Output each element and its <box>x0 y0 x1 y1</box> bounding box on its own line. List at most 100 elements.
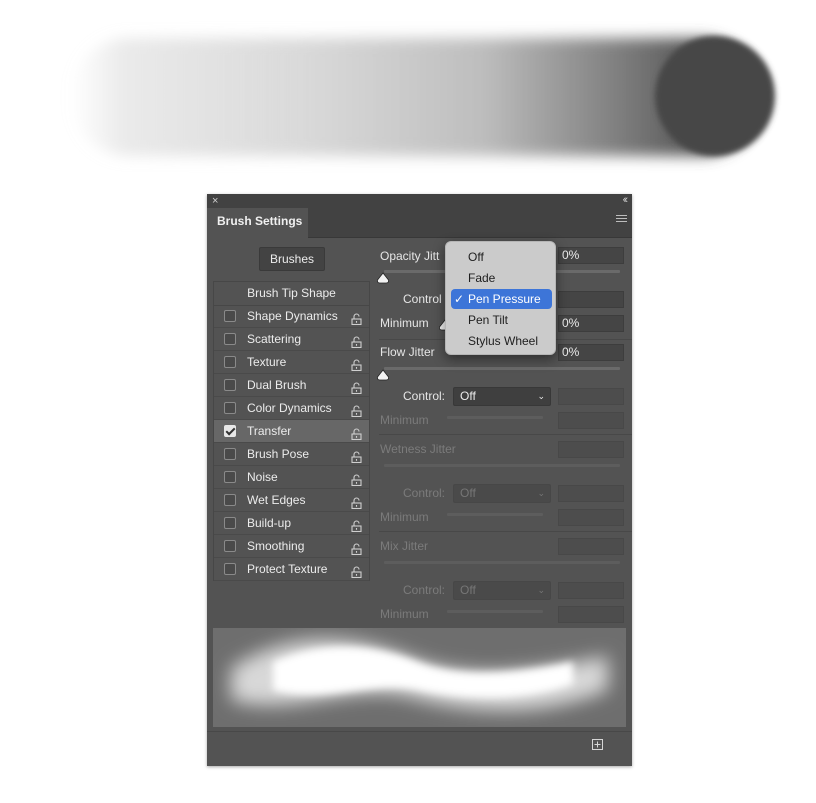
dropdown-item-label: Fade <box>468 271 496 285</box>
dropdown-item[interactable]: Stylus Wheel <box>451 331 552 351</box>
dropdown-item-label: Pen Pressure <box>468 292 541 306</box>
option-label[interactable]: Build-up <box>247 512 291 534</box>
option-label[interactable]: Dual Brush <box>247 374 306 396</box>
dropdown-item-label: Stylus Wheel <box>468 334 539 348</box>
option-item[interactable]: Brush Pose <box>214 443 369 466</box>
mix-control-select: Off ⌄ <box>453 581 551 600</box>
lock-icon[interactable] <box>351 425 362 441</box>
checkmark-icon: ✓ <box>454 292 465 306</box>
option-label[interactable]: Scattering <box>247 328 301 350</box>
flow-jitter-label: Flow Jitter <box>380 345 435 359</box>
option-label[interactable]: Protect Texture <box>247 558 327 580</box>
option-checkbox[interactable] <box>224 333 236 345</box>
opacity-jitter-slider-thumb[interactable] <box>376 272 390 284</box>
flow-jitter-slider[interactable] <box>384 367 620 370</box>
option-checkbox[interactable] <box>224 540 236 552</box>
dropdown-item[interactable]: Pen Tilt <box>451 310 552 330</box>
mix-minimum-field <box>558 606 624 623</box>
lock-icon[interactable] <box>351 310 362 326</box>
lock-icon[interactable] <box>351 402 362 418</box>
tab-row: Brush Settings <box>207 208 632 238</box>
divider <box>379 531 632 532</box>
wetness-control-value: Off <box>460 486 476 500</box>
opacity-jitter-field[interactable]: 0% <box>558 247 624 264</box>
option-checkbox[interactable] <box>224 402 236 414</box>
brush-options-list: Brush Tip Shape Shape Dynamics Scattering… <box>213 281 370 581</box>
option-item[interactable]: Transfer <box>214 420 369 443</box>
opacity-minimum-label: Minimum <box>380 316 429 330</box>
option-checkbox[interactable] <box>224 379 236 391</box>
option-item[interactable]: Scattering <box>214 328 369 351</box>
brush-stroke-preview <box>70 36 775 156</box>
lock-icon[interactable] <box>351 379 362 395</box>
dropdown-item[interactable]: Off <box>451 247 552 267</box>
option-label[interactable]: Brush Pose <box>247 443 309 465</box>
close-icon[interactable]: × <box>212 194 218 208</box>
lock-icon[interactable] <box>351 471 362 487</box>
collapse-icon[interactable]: ‹‹ <box>623 193 629 207</box>
lock-icon[interactable] <box>351 448 362 464</box>
option-checkbox[interactable] <box>224 517 236 529</box>
flow-jitter-field[interactable]: 0% <box>558 344 624 361</box>
flow-minimum-slider <box>447 416 543 419</box>
tab-brush-settings[interactable]: Brush Settings <box>207 208 308 238</box>
option-label[interactable]: Shape Dynamics <box>247 305 338 327</box>
mix-jitter-slider <box>384 561 620 564</box>
lock-icon[interactable] <box>351 540 362 556</box>
option-item[interactable]: Wet Edges <box>214 489 369 512</box>
control-dropdown-menu: Off Fade ✓ Pen Pressure Pen Tilt Stylus Wheel <box>445 241 556 355</box>
flow-minimum-label: Minimum <box>380 413 429 427</box>
dropdown-item[interactable]: ✓ Pen Pressure <box>451 289 552 309</box>
mix-minimum-slider <box>447 610 543 613</box>
option-label[interactable]: Noise <box>247 466 278 488</box>
wetness-minimum-label: Minimum <box>380 510 429 524</box>
lock-icon[interactable] <box>351 356 362 372</box>
option-checkbox[interactable] <box>224 563 236 575</box>
option-checkbox[interactable] <box>224 448 236 460</box>
brush-tip-shape-item[interactable]: Brush Tip Shape <box>214 282 369 306</box>
opacity-jitter-label: Opacity Jitt <box>380 249 440 263</box>
option-item[interactable]: Color Dynamics <box>214 397 369 420</box>
option-label[interactable]: Smoothing <box>247 535 304 557</box>
wetness-control-select: Off ⌄ <box>453 484 551 503</box>
option-item[interactable]: Protect Texture <box>214 558 369 581</box>
option-checkbox[interactable] <box>224 425 236 437</box>
option-checkbox[interactable] <box>224 356 236 368</box>
wetness-jitter-label: Wetness Jitter <box>380 442 456 456</box>
hamburger-menu-icon[interactable] <box>616 215 627 225</box>
option-item[interactable]: Noise <box>214 466 369 489</box>
option-item[interactable]: Texture <box>214 351 369 374</box>
flow-jitter-slider-thumb[interactable] <box>376 369 390 381</box>
option-label[interactable]: Texture <box>247 351 286 373</box>
lock-icon[interactable] <box>351 494 362 510</box>
opacity-minimum-field[interactable]: 0% <box>558 315 624 332</box>
flow-control-value: Off <box>460 389 476 403</box>
brushes-button[interactable]: Brushes <box>259 247 325 271</box>
new-preset-icon[interactable] <box>592 739 603 750</box>
opacity-control-label: Control <box>403 292 442 306</box>
option-label[interactable]: Transfer <box>247 420 291 442</box>
panel-titlebar: × ‹‹ <box>207 194 632 208</box>
option-item[interactable]: Build-up <box>214 512 369 535</box>
option-label[interactable]: Wet Edges <box>247 489 305 511</box>
option-checkbox[interactable] <box>224 310 236 322</box>
lock-icon[interactable] <box>351 517 362 533</box>
flow-minimum-field <box>558 412 624 429</box>
option-checkbox[interactable] <box>224 494 236 506</box>
mix-control-value: Off <box>460 583 476 597</box>
option-label[interactable]: Color Dynamics <box>247 397 332 419</box>
option-item[interactable]: Shape Dynamics <box>214 305 369 328</box>
panel-footer <box>207 731 632 760</box>
wetness-jitter-field <box>558 441 624 458</box>
lock-icon[interactable] <box>351 333 362 349</box>
chevron-down-icon: ⌄ <box>537 391 545 401</box>
chevron-down-icon: ⌄ <box>537 488 545 498</box>
option-checkbox[interactable] <box>224 471 236 483</box>
lock-icon[interactable] <box>351 563 362 579</box>
stroke-sample-preview <box>213 628 626 727</box>
flow-control-select[interactable]: Off ⌄ <box>453 387 551 406</box>
option-item[interactable]: Smoothing <box>214 535 369 558</box>
opacity-control-field <box>558 291 624 308</box>
dropdown-item[interactable]: Fade <box>451 268 552 288</box>
option-item[interactable]: Dual Brush <box>214 374 369 397</box>
